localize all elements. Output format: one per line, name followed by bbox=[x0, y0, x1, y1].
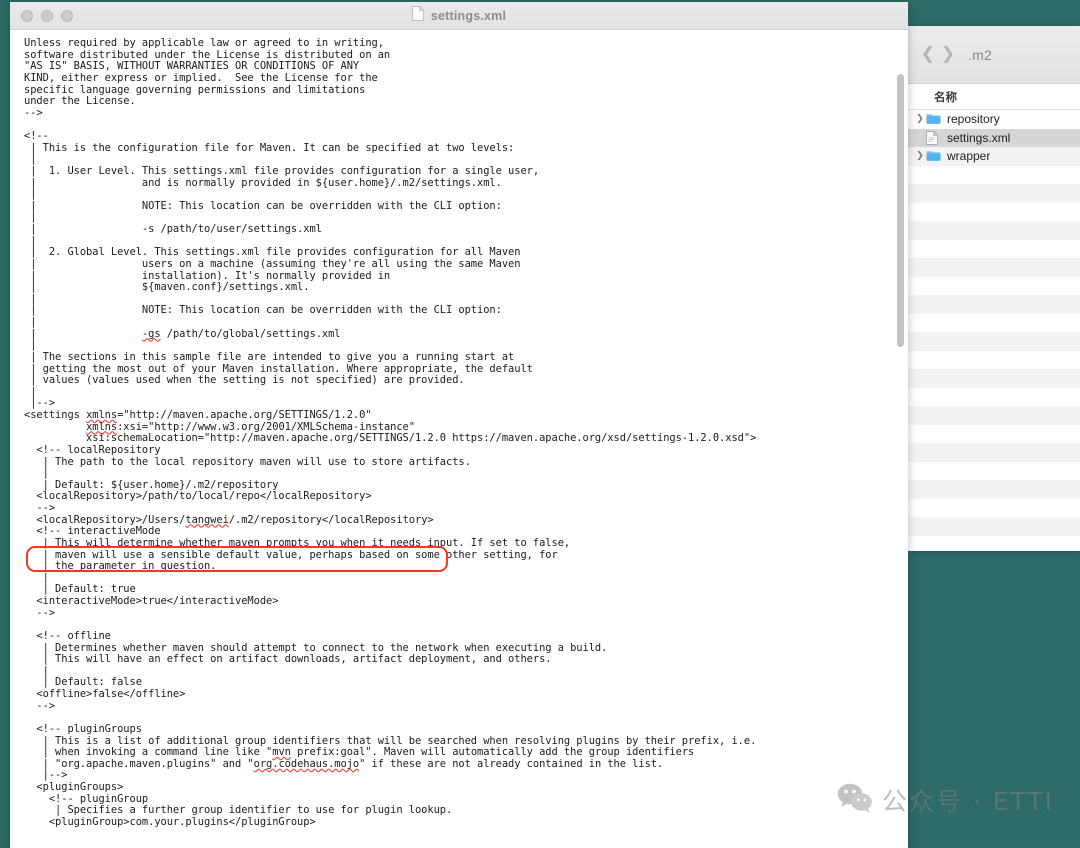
list-item-label: wrapper bbox=[947, 149, 991, 164]
minimize-button[interactable] bbox=[41, 9, 53, 22]
list-empty-row bbox=[908, 517, 1080, 536]
list-empty-row bbox=[908, 424, 1080, 443]
chevron-right-icon[interactable]: ❯ bbox=[938, 43, 958, 67]
editor-title-group: settings.xml bbox=[10, 4, 908, 26]
list-empty-row bbox=[908, 535, 1080, 551]
list-empty-row bbox=[908, 221, 1080, 240]
zoom-button[interactable] bbox=[61, 9, 73, 22]
list-item-label: repository bbox=[947, 112, 1000, 127]
text-editor-window[interactable]: settings.xml Unless required by applicab… bbox=[10, 2, 908, 848]
list-empty-row bbox=[908, 443, 1080, 462]
finder-toolbar: ❮ ❯ .m2 bbox=[908, 26, 1080, 84]
list-empty-row bbox=[908, 461, 1080, 480]
list-empty-row bbox=[908, 202, 1080, 221]
list-item[interactable]: settings.xml bbox=[908, 128, 1080, 147]
window-controls[interactable] bbox=[10, 9, 73, 22]
finder-window[interactable]: ❮ ❯ .m2 名称 ❯ repository settings.xml ❯ w… bbox=[908, 26, 1080, 551]
xml-source-text[interactable]: Unless required by applicable law or agr… bbox=[24, 37, 756, 829]
document-icon bbox=[926, 130, 942, 145]
desktop-background: ❮ ❯ .m2 名称 ❯ repository settings.xml ❯ w… bbox=[0, 0, 1080, 848]
list-item[interactable]: ❯ repository bbox=[908, 110, 1080, 129]
list-item[interactable]: ❯ wrapper bbox=[908, 147, 1080, 166]
list-item-label: settings.xml bbox=[947, 130, 1011, 145]
list-empty-row bbox=[908, 332, 1080, 351]
folder-icon bbox=[926, 113, 942, 125]
close-button[interactable] bbox=[21, 9, 33, 22]
list-empty-row bbox=[908, 313, 1080, 332]
folder-icon bbox=[926, 150, 942, 162]
list-empty-row bbox=[908, 387, 1080, 406]
vertical-scrollbar-thumb[interactable] bbox=[897, 74, 904, 347]
list-empty-row bbox=[908, 406, 1080, 425]
chevron-right-icon[interactable]: ❯ bbox=[914, 114, 926, 124]
list-empty-row bbox=[908, 239, 1080, 258]
list-empty-row bbox=[908, 350, 1080, 369]
finder-file-list[interactable]: ❯ repository settings.xml ❯ wrapper bbox=[908, 110, 1080, 551]
list-empty-row bbox=[908, 369, 1080, 388]
list-empty-row bbox=[908, 184, 1080, 203]
chevron-left-icon[interactable]: ❮ bbox=[918, 43, 938, 67]
list-empty-row bbox=[908, 276, 1080, 295]
code-viewport[interactable]: Unless required by applicable law or agr… bbox=[10, 30, 908, 848]
finder-column-header-name[interactable]: 名称 bbox=[908, 84, 1080, 110]
list-empty-row bbox=[908, 165, 1080, 184]
list-empty-row bbox=[908, 498, 1080, 517]
editor-titlebar[interactable]: settings.xml bbox=[10, 2, 908, 30]
editor-title: settings.xml bbox=[430, 8, 507, 23]
chevron-right-icon[interactable]: ❯ bbox=[914, 151, 926, 161]
list-empty-row bbox=[908, 295, 1080, 314]
list-empty-row bbox=[908, 480, 1080, 499]
list-empty-row bbox=[908, 258, 1080, 277]
finder-path-title: .m2 bbox=[968, 46, 992, 63]
document-icon bbox=[411, 4, 425, 26]
